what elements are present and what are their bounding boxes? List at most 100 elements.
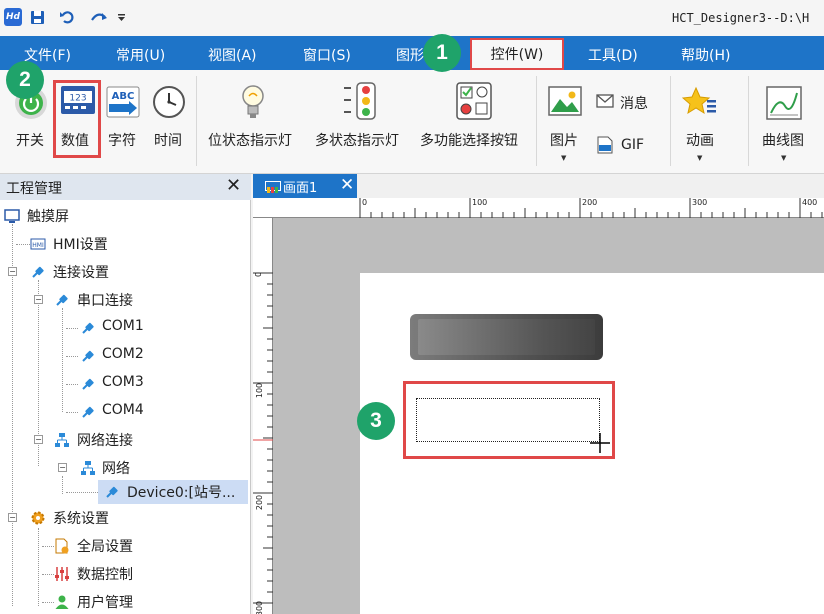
multi-select-icon[interactable] [456,82,492,124]
ruler-label-v100: 100 [255,382,265,399]
menu-common[interactable]: 常用(U) [116,45,165,65]
network-icon [80,460,96,476]
editor-tab-strip: 画面1 ✕ [253,174,824,198]
connection-plug-icon [80,348,96,364]
title-bar: Hd HCT_Designer3--D:\H [0,0,824,36]
ribbon-separator [196,76,197,166]
clock-icon[interactable] [152,85,186,123]
save-icon[interactable] [28,8,46,26]
menu-help[interactable]: 帮助(H) [681,45,730,65]
tree-item-network[interactable]: 网络 [102,458,130,478]
tree-item-connection-settings[interactable]: 连接设置 [53,262,109,282]
tree-connector [66,492,98,493]
tree-item-user-management[interactable]: 用户管理 [77,592,133,612]
project-panel-header: 工程管理 ✕ [0,174,251,200]
menu-view[interactable]: 视图(A) [208,45,257,65]
message-icon[interactable] [596,94,614,112]
ruler-label-100: 100 [472,198,488,207]
picture-dropdown-icon[interactable]: ▼ [561,154,566,162]
menu-tools[interactable]: 工具(D) [588,45,638,65]
undo-icon[interactable] [58,8,76,26]
placement-highlight-box [403,381,615,459]
tree-item-hmi-settings[interactable]: HMI设置 [53,234,108,254]
tree-connector [62,476,63,494]
horizontal-ruler-ticks [359,198,823,218]
traffic-light-icon[interactable] [342,82,378,124]
callout-badge-3: 3 [357,402,395,440]
network-icon [54,432,70,448]
close-icon[interactable]: ✕ [226,175,241,196]
tree-item-global-settings[interactable]: 全局设置 [77,536,133,556]
customize-quick-access-icon[interactable] [116,8,126,26]
collapse-toggle-icon[interactable]: − [58,463,67,472]
curve-dropdown-icon[interactable]: ▼ [781,154,786,162]
connection-plug-icon [80,320,96,336]
tree-item-data-control[interactable]: 数据控制 [77,564,133,584]
tree-connector [66,356,78,357]
tree-item-serial-connection[interactable]: 串口连接 [77,290,133,310]
time-label[interactable]: 时间 [154,130,182,150]
tree-item-com2[interactable]: COM2 [102,346,144,362]
menu-graphics[interactable]: 图形 [396,45,424,65]
collapse-toggle-icon[interactable]: − [34,435,43,444]
text-display-icon[interactable]: ABC [106,86,140,122]
redo-icon[interactable] [90,8,108,26]
animation-dropdown-icon[interactable]: ▼ [697,154,702,162]
data-control-sliders-icon [54,566,70,582]
ruler-label-v200: 200 [255,494,265,511]
light-bulb-icon[interactable] [238,82,268,126]
text-label[interactable]: 字符 [108,130,136,150]
tree-connector [66,412,78,413]
connection-plug-icon [30,264,46,280]
collapse-toggle-icon[interactable]: − [8,513,17,522]
collapse-toggle-icon[interactable]: − [8,267,17,276]
gif-icon[interactable] [597,136,613,158]
switch-label[interactable]: 开关 [16,130,44,150]
tree-item-com3[interactable]: COM3 [102,374,144,390]
tree-item-system-settings[interactable]: 系统设置 [53,508,109,528]
svg-text:HMI: HMI [32,242,44,249]
curve-label[interactable]: 曲线图 [762,130,804,150]
animation-label[interactable]: 动画 [686,130,714,150]
ruler-label-400: 400 [802,198,818,207]
multi-lamp-label[interactable]: 多状态指示灯 [315,130,399,150]
project-panel: 工程管理 ✕ 触摸屏 HMI HMI设置 − 连接设置 − 串口连接 COM1 … [0,174,251,614]
collapse-toggle-icon[interactable]: − [34,295,43,304]
tree-connector [16,244,30,245]
tree-item-network-connection[interactable]: 网络连接 [77,430,133,450]
global-settings-icon [54,538,70,554]
gray-button-control[interactable] [410,314,603,360]
numeric-highlight-box [53,80,101,158]
connection-plug-icon [80,404,96,420]
tree-connector [42,602,54,603]
close-tab-icon[interactable]: ✕ [340,175,354,195]
gif-label[interactable]: GIF [621,137,644,153]
animation-star-icon[interactable] [681,86,718,122]
connection-plug-icon [80,376,96,392]
menu-controls[interactable]: 控件(W) [470,38,564,70]
menu-window[interactable]: 窗口(S) [303,45,351,65]
connection-plug-icon [104,484,120,500]
project-panel-title: 工程管理 [6,181,62,197]
vertical-ruler: 0 100 200 300 [253,218,273,614]
bit-lamp-label[interactable]: 位状态指示灯 [208,130,292,150]
gear-icon [30,510,46,526]
picture-icon[interactable] [548,86,582,120]
screen-icon [265,181,281,193]
callout-badge-1: 1 [423,34,461,72]
tree-item-com4[interactable]: COM4 [102,402,144,418]
ruler-label-200: 200 [582,198,598,207]
tree-item-device0[interactable]: Device0:[站号... [127,482,235,502]
tree-item-com1[interactable]: COM1 [102,318,144,334]
ribbon-toolbar: 开关 123 数值 ABC 字符 时间 位状态指示灯 多状态指示灯 多功能选择按… [0,70,824,174]
touchscreen-icon [4,208,20,224]
tree-connector [66,384,78,385]
ruler-label-v300: 300 [255,600,265,614]
ruler-label-300: 300 [692,198,708,207]
tree-item-touchscreen[interactable]: 触摸屏 [27,206,69,226]
curve-chart-icon[interactable] [766,86,802,124]
picture-label[interactable]: 图片 [550,130,578,150]
multi-select-label[interactable]: 多功能选择按钮 [420,130,518,150]
message-label[interactable]: 消息 [620,93,648,113]
tab-screen1[interactable]: 画面1 ✕ [253,174,357,198]
